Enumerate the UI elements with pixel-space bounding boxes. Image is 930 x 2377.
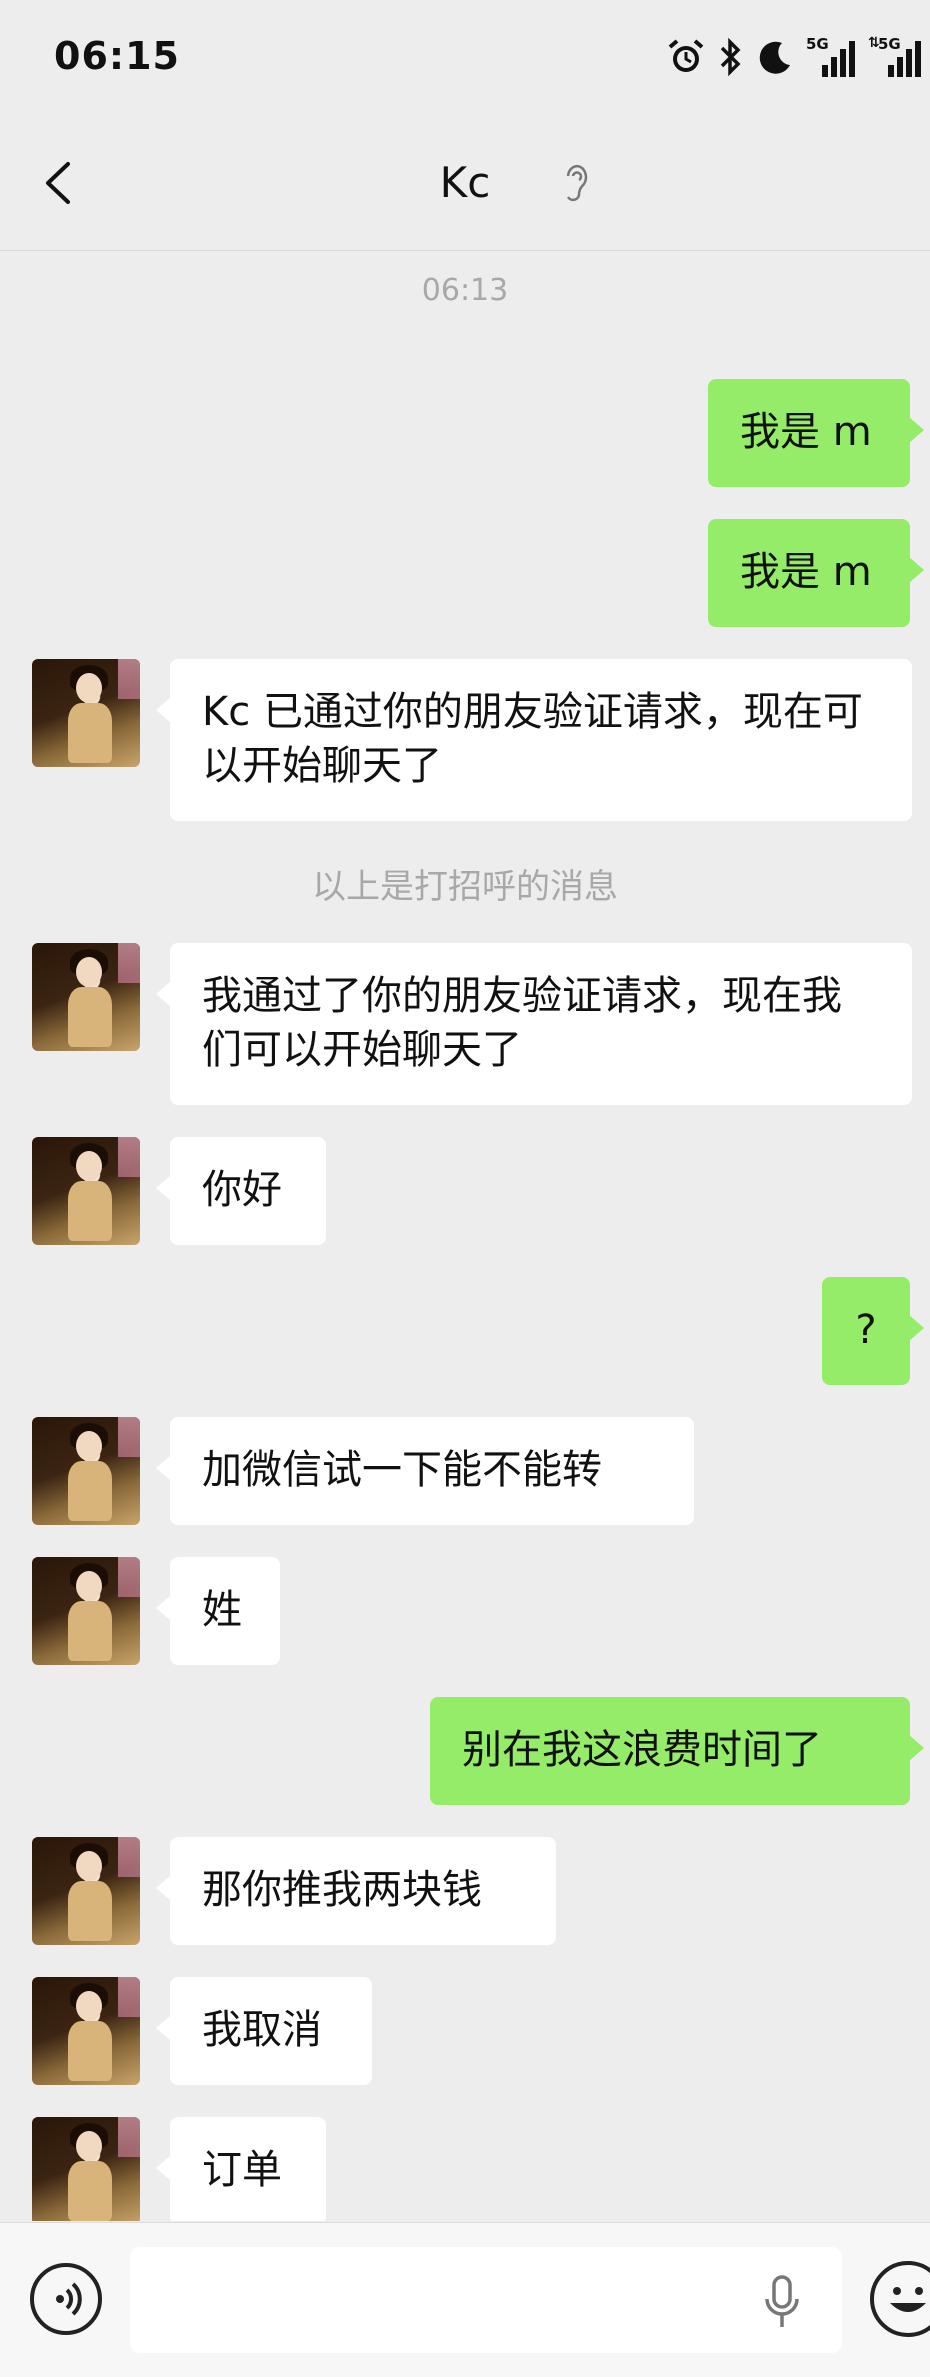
outgoing-bubble[interactable]: ? bbox=[822, 1277, 924, 1385]
voice-input-icon[interactable] bbox=[30, 2263, 102, 2335]
microphone-icon[interactable] bbox=[762, 2273, 802, 2333]
incoming-bubble[interactable]: 你好 bbox=[156, 1137, 326, 1245]
avatar[interactable] bbox=[32, 659, 140, 767]
avatar[interactable] bbox=[32, 1557, 140, 1665]
outgoing-bubble[interactable]: 别在我这浪费时间了 bbox=[430, 1697, 924, 1805]
incoming-bubble[interactable]: 我通过了你的朋友验证请求，现在我们可以开始聊天了 bbox=[156, 943, 912, 1105]
outgoing-bubble[interactable]: 我是 m bbox=[708, 519, 924, 627]
status-time: 06:15 bbox=[54, 34, 180, 78]
emoji-icon[interactable] bbox=[870, 2261, 930, 2337]
avatar[interactable] bbox=[32, 1417, 140, 1525]
outgoing-bubble[interactable]: 我是 m bbox=[708, 379, 924, 487]
incoming-bubble[interactable]: 我取消 bbox=[156, 1977, 372, 2085]
avatar[interactable] bbox=[32, 1137, 140, 1245]
signal-5g-icon: ⇅ 5G bbox=[868, 35, 924, 79]
timestamp: 06:13 bbox=[421, 273, 509, 308]
avatar[interactable] bbox=[32, 943, 140, 1051]
incoming-bubble[interactable]: 加微信试一下能不能转 bbox=[156, 1417, 694, 1525]
message-list[interactable]: 06:13 我是 m 我是 m Kc 已通过你的朋友验证请求，现在可以开始聊天了… bbox=[0, 251, 930, 2221]
bluetooth-icon bbox=[720, 37, 741, 77]
avatar[interactable] bbox=[32, 1977, 140, 2085]
avatar[interactable] bbox=[32, 1837, 140, 1945]
message-input[interactable] bbox=[130, 2247, 842, 2353]
incoming-bubble[interactable]: 那你推我两块钱 bbox=[156, 1837, 556, 1945]
incoming-bubble[interactable]: 姓 bbox=[156, 1557, 280, 1665]
ear-icon bbox=[566, 164, 588, 202]
incoming-bubble[interactable]: 订单 bbox=[156, 2117, 326, 2221]
avatar[interactable] bbox=[32, 2117, 140, 2221]
greeting-note: 以上是打招呼的消息 bbox=[312, 867, 618, 907]
signal-5g-icon: 5G bbox=[806, 35, 856, 79]
network-label: 5G bbox=[806, 35, 829, 53]
input-bar bbox=[0, 2222, 930, 2377]
status-bar: 06:15 5G ⇅ 5G bbox=[0, 0, 930, 118]
incoming-bubble[interactable]: Kc 已通过你的朋友验证请求，现在可以开始聊天了 bbox=[156, 659, 912, 821]
chat-header: Kc bbox=[0, 118, 930, 251]
network-label: 5G bbox=[878, 35, 901, 53]
moon-icon bbox=[759, 41, 790, 74]
status-icons: 5G ⇅ 5G bbox=[666, 32, 924, 82]
chat-title: Kc bbox=[439, 158, 491, 207]
alarm-icon bbox=[668, 39, 704, 72]
